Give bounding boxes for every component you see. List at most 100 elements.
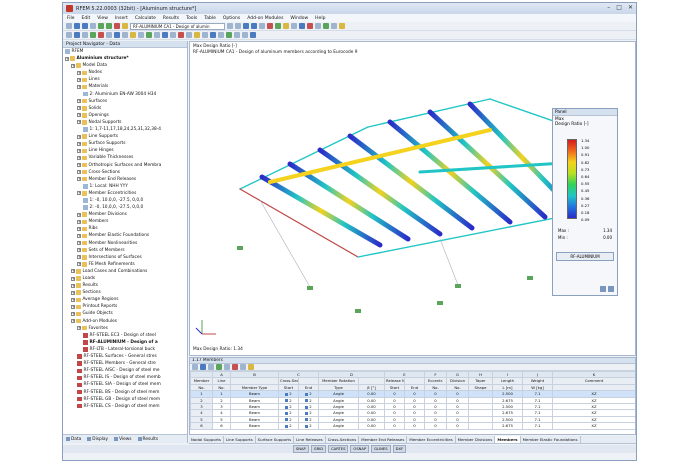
expand-icon[interactable]: + xyxy=(71,312,75,317)
tree-item[interactable]: 2: Aluminium EN-AW 3004 H34 xyxy=(63,91,187,98)
tree-item[interactable]: + Loads xyxy=(63,275,187,282)
tree-item[interactable]: + Add-on Modules xyxy=(63,318,187,325)
table-tool-icon[interactable] xyxy=(200,364,206,370)
tree-item[interactable]: RF-STEEL CS - Design of steel mem xyxy=(63,403,187,410)
settings-icon[interactable] xyxy=(600,286,606,292)
table-tool-icon[interactable] xyxy=(224,364,230,370)
tab-line-releases[interactable]: Line Releases xyxy=(294,436,326,443)
expand-icon[interactable]: + xyxy=(71,290,75,295)
tree-item[interactable]: RF-LTB - Lateral-torsional buck xyxy=(63,346,187,353)
tree-item[interactable]: RF-STEEL BS - Design of steel mem xyxy=(63,389,187,396)
expand-icon[interactable]: + xyxy=(77,262,81,267)
table-cell[interactable]: 0 xyxy=(404,422,425,430)
expand-icon[interactable]: + xyxy=(77,255,81,260)
tree-item[interactable]: + FE Mesh Refinements xyxy=(63,261,187,268)
expand-icon[interactable]: + xyxy=(77,170,81,175)
menu-tools[interactable]: Tools xyxy=(186,16,197,21)
menu-view[interactable]: View xyxy=(97,16,108,21)
fit-icon[interactable] xyxy=(226,32,232,38)
table-tool-icon[interactable] xyxy=(208,364,214,370)
new-icon[interactable] xyxy=(66,23,72,29)
surface-icon[interactable] xyxy=(82,32,88,38)
nav-tab-display[interactable]: Display xyxy=(87,437,108,442)
tree-item[interactable]: + Solids xyxy=(63,105,187,112)
tree-item[interactable]: + Ribs xyxy=(63,225,187,232)
menu-window[interactable]: Window xyxy=(290,16,308,21)
tree-item[interactable]: RFEM xyxy=(63,48,187,55)
expand-icon[interactable]: + xyxy=(77,148,81,153)
tree-item[interactable]: + Materials xyxy=(63,83,187,90)
tree-item[interactable]: + Orthotropic Surfaces and Membra xyxy=(63,162,187,169)
table-cell[interactable]: XZ xyxy=(552,422,635,430)
tree-item[interactable]: 1: -0, 10.0,0, -27.5, 0,0,0 xyxy=(63,197,187,204)
export-icon[interactable] xyxy=(608,286,614,292)
tree-item[interactable]: RF-STEEL IS - Design of steel memb xyxy=(63,374,187,381)
rotate-icon[interactable] xyxy=(114,32,120,38)
expand-icon[interactable]: + xyxy=(77,212,81,217)
expand-icon[interactable]: + xyxy=(71,283,75,288)
table-cell[interactable]: 6 xyxy=(212,422,231,430)
expand-icon[interactable]: + xyxy=(71,269,75,274)
copy-icon[interactable] xyxy=(138,32,144,38)
redo-icon[interactable] xyxy=(106,23,112,29)
menu-insert[interactable]: Insert xyxy=(115,16,128,21)
values-icon[interactable] xyxy=(202,32,208,38)
table-tool-icon[interactable] xyxy=(232,364,238,370)
menu-file[interactable]: File xyxy=(67,16,75,21)
tree-item[interactable]: + Average Regions xyxy=(63,296,187,303)
table-row[interactable]: 6 6 Beam 2 2 Angle 0.00 0 0 0 0 2.675 7.1 XZ xyxy=(190,422,635,430)
tree-item[interactable]: RF-STEEL AISC - Design of steel me xyxy=(63,367,187,374)
dimension-icon[interactable] xyxy=(162,32,168,38)
view-icon[interactable] xyxy=(243,23,249,29)
menu-table[interactable]: Table xyxy=(204,16,216,21)
print-icon[interactable] xyxy=(90,23,96,29)
table-cell[interactable]: 0 xyxy=(424,422,447,430)
expand-icon[interactable]: + xyxy=(77,226,81,231)
tree-item[interactable]: + Line Hinges xyxy=(63,147,187,154)
menu-results[interactable]: Results xyxy=(163,16,179,21)
tree-item[interactable]: + Member Elastic Foundations xyxy=(63,232,187,239)
status-toggle-dxf[interactable]: DXF xyxy=(392,445,407,453)
expand-icon[interactable]: + xyxy=(71,304,75,309)
filter-icon[interactable] xyxy=(210,32,216,38)
table-cell[interactable]: 0 xyxy=(384,422,405,430)
table-icon[interactable] xyxy=(315,23,321,29)
table-tool-icon[interactable] xyxy=(248,364,254,370)
section-icon[interactable] xyxy=(106,32,112,38)
tree-item[interactable]: + Member Eccentricities xyxy=(63,190,187,197)
tree-item[interactable]: + Guide Objects xyxy=(63,310,187,317)
tree-item[interactable]: + Line Supports xyxy=(63,133,187,140)
table-cell[interactable]: 2.675 xyxy=(492,422,523,430)
table-cell[interactable]: 2 xyxy=(278,422,299,430)
expand-icon[interactable]: + xyxy=(77,177,81,182)
prev-icon[interactable] xyxy=(227,23,233,29)
calculate-icon[interactable] xyxy=(114,23,120,29)
expand-icon[interactable]: + xyxy=(77,120,81,125)
tree-item[interactable]: 2: -0, 10,0,0, -27.5, 0,0,0 xyxy=(63,204,187,211)
maximize-icon[interactable]: □ xyxy=(616,4,622,11)
mirror-icon[interactable] xyxy=(130,32,136,38)
tree-item[interactable]: + Members xyxy=(63,218,187,225)
results-icon[interactable] xyxy=(122,23,128,29)
table-cell[interactable]: 2 xyxy=(298,422,319,430)
deformation-icon[interactable] xyxy=(178,32,184,38)
tab-member-divisions[interactable]: Member Divisions xyxy=(456,436,496,443)
solid-icon[interactable] xyxy=(250,32,256,38)
menu-calculate[interactable]: Calculate xyxy=(135,16,156,21)
tree-item[interactable]: + Intersections of Surfaces xyxy=(63,254,187,261)
tree-item[interactable]: + Aluminium structure* xyxy=(63,55,187,62)
table-tool-icon[interactable] xyxy=(192,364,198,370)
tree-item[interactable]: + Surface Supports xyxy=(63,140,187,147)
node-icon[interactable] xyxy=(66,32,72,38)
nav-tab-results[interactable]: Results xyxy=(137,437,158,442)
minimize-icon[interactable]: – xyxy=(607,4,610,11)
check-icon[interactable] xyxy=(323,23,329,29)
expand-icon[interactable]: + xyxy=(77,241,81,246)
perspective-icon[interactable] xyxy=(234,32,240,38)
table-tool-icon[interactable] xyxy=(240,364,246,370)
save-icon[interactable] xyxy=(82,23,88,29)
expand-icon[interactable]: + xyxy=(65,56,69,61)
support-icon[interactable] xyxy=(90,32,96,38)
tab-surface-supports[interactable]: Surface Supports xyxy=(256,436,295,443)
divide-icon[interactable] xyxy=(146,32,152,38)
